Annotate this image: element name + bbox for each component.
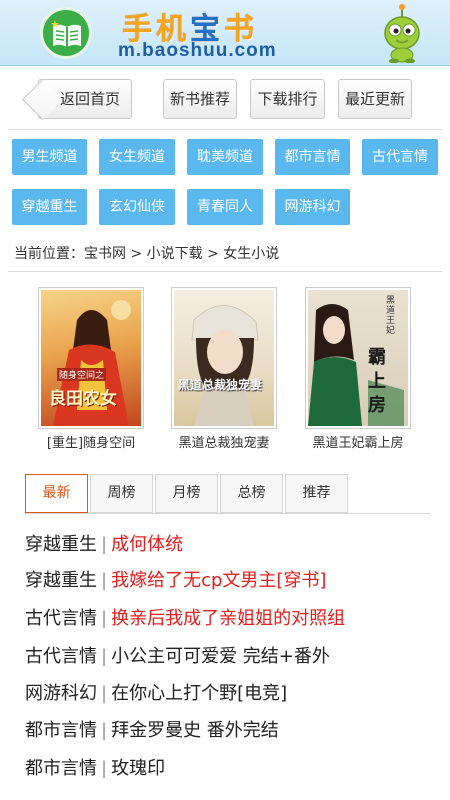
list-item[interactable]: 都市言情 | 玫瑰印 bbox=[25, 757, 165, 781]
list-item[interactable]: 穿越重生 | 我嫁给了无cp文男主[穿书] bbox=[25, 569, 326, 593]
tab-monthly[interactable]: 月榜 bbox=[155, 474, 218, 513]
tab-underline bbox=[25, 513, 430, 514]
book-title[interactable]: 黑道总裁独宠妻 bbox=[151, 432, 297, 451]
list-item-title[interactable]: 我嫁给了无cp文男主[穿书] bbox=[111, 570, 326, 591]
list-item-title[interactable]: 拜金罗曼史 番外完结 bbox=[111, 720, 279, 741]
list-item-category[interactable]: 网游科幻 bbox=[25, 683, 97, 704]
category-female[interactable]: 女生频道 bbox=[99, 139, 175, 175]
cover-title: 黑道总裁独宠妻 bbox=[178, 378, 263, 392]
site-url: m.baoshuu.com bbox=[118, 40, 277, 61]
recent-updates-button[interactable]: 最近更新 bbox=[338, 79, 412, 119]
list-item-category[interactable]: 穿越重生 bbox=[25, 534, 97, 555]
list-item[interactable]: 古代言情 | 换亲后我成了亲姐姐的对照组 bbox=[25, 607, 345, 631]
category-danmei[interactable]: 耽美频道 bbox=[187, 139, 263, 175]
book-cover[interactable]: 随身空间之 良田农女 bbox=[38, 287, 144, 429]
back-home-label: 返回首页 bbox=[59, 90, 120, 108]
book-title[interactable]: [重生]随身空间 bbox=[18, 432, 164, 451]
divider bbox=[8, 129, 442, 130]
category-youth-fanfic[interactable]: 青春同人 bbox=[187, 189, 263, 225]
category-game-scifi[interactable]: 网游科幻 bbox=[275, 189, 350, 225]
breadcrumb: 当前位置：宝书网 > 小说下载 > 女生小说 bbox=[14, 246, 280, 262]
tab-latest[interactable]: 最新 bbox=[25, 474, 88, 513]
list-item-title[interactable]: 换亲后我成了亲姐姐的对照组 bbox=[111, 608, 345, 629]
list-item-title[interactable]: 玫瑰印 bbox=[111, 758, 165, 779]
list-item[interactable]: 穿越重生 | 成何体统 bbox=[25, 533, 183, 557]
category-ancient-romance[interactable]: 古代言情 bbox=[362, 139, 438, 175]
new-books-button[interactable]: 新书推荐 bbox=[163, 79, 237, 119]
download-ranking-button[interactable]: 下载排行 bbox=[250, 79, 325, 119]
book-card[interactable]: 黑道总裁独宠妻 黑道总裁独宠妻 bbox=[171, 287, 277, 451]
category-male[interactable]: 男生频道 bbox=[12, 139, 87, 175]
list-item-category[interactable]: 穿越重生 bbox=[25, 570, 97, 591]
list-item[interactable]: 都市言情 | 拜金罗曼史 番外完结 bbox=[25, 719, 279, 743]
category-time-travel[interactable]: 穿越重生 bbox=[12, 189, 87, 225]
book-logo-icon[interactable] bbox=[40, 7, 92, 59]
cover-subtitle: 黑道王妃 bbox=[386, 296, 396, 336]
book-cover[interactable]: 黑道王妃 霸上房 bbox=[305, 287, 411, 429]
tab-total[interactable]: 总榜 bbox=[220, 474, 283, 513]
cover-title: 良田农女 bbox=[49, 389, 117, 409]
site-header: 手机宝书 m.baoshuu.com bbox=[0, 0, 450, 66]
list-item-category[interactable]: 古代言情 bbox=[25, 646, 97, 667]
book-title[interactable]: 黑道王妃霸上房 bbox=[285, 432, 431, 451]
book-card[interactable]: 随身空间之 良田农女 [重生]随身空间 bbox=[38, 287, 144, 451]
tab-weekly[interactable]: 周榜 bbox=[90, 474, 153, 513]
category-urban-romance[interactable]: 都市言情 bbox=[275, 139, 350, 175]
category-fantasy[interactable]: 玄幻仙侠 bbox=[99, 189, 175, 225]
list-item-category[interactable]: 古代言情 bbox=[25, 608, 97, 629]
top-nav: 返回首页 新书推荐 下载排行 最近更新 bbox=[0, 79, 450, 119]
list-item-category[interactable]: 都市言情 bbox=[25, 758, 97, 779]
list-item-title[interactable]: 小公主可可爱爱 完结+番外 bbox=[111, 646, 330, 667]
list-item-title[interactable]: 成何体统 bbox=[111, 534, 183, 555]
mascot-icon bbox=[384, 4, 420, 63]
list-item[interactable]: 古代言情 | 小公主可可爱爱 完结+番外 bbox=[25, 645, 330, 669]
book-cover[interactable]: 黑道总裁独宠妻 bbox=[171, 287, 277, 429]
list-item-title[interactable]: 在你心上打个野[电竞] bbox=[111, 683, 287, 704]
tab-recommended[interactable]: 推荐 bbox=[285, 474, 348, 513]
back-home-button[interactable]: 返回首页 bbox=[38, 79, 132, 119]
cover-subtitle: 随身空间之 bbox=[57, 368, 107, 381]
list-item-category[interactable]: 都市言情 bbox=[25, 720, 97, 741]
divider bbox=[8, 271, 442, 272]
book-card[interactable]: 黑道王妃 霸上房 黑道王妃霸上房 bbox=[305, 287, 411, 451]
list-item[interactable]: 网游科幻 | 在你心上打个野[电竞] bbox=[25, 682, 287, 706]
cover-title: 霸上房 bbox=[368, 347, 386, 416]
